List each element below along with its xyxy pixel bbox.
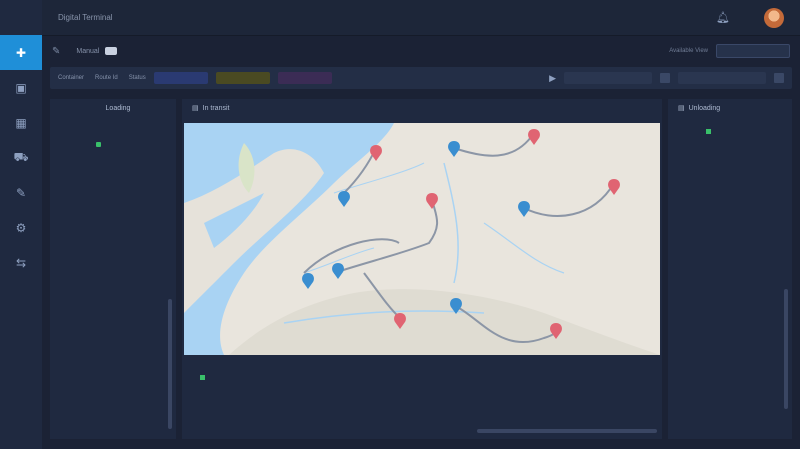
loading-entry[interactable] (50, 225, 176, 302)
map-panel: ▤ In transit (182, 99, 662, 439)
side-nav: ✚ ▣ ▦ ⛟ ✎ ⚙ ⇆ (0, 0, 42, 449)
status-chip-blue[interactable] (153, 72, 208, 84)
list-icon: ▤ (678, 105, 685, 112)
entry-line (88, 378, 176, 387)
filter-container[interactable]: Container (58, 75, 87, 81)
notification-bell-icon[interactable]: 🔔︎ (716, 11, 730, 24)
unloading-group[interactable] (668, 158, 792, 164)
entry-line (88, 327, 176, 336)
nav-tag-icon[interactable]: ✎ (0, 175, 42, 210)
unloading-group[interactable] (668, 170, 792, 176)
nav-grid-icon[interactable]: ▦ (0, 105, 42, 140)
group-row[interactable] (698, 129, 792, 134)
transit-card[interactable] (184, 361, 279, 425)
entry-line (88, 242, 176, 251)
edit-icon[interactable]: ✎ (52, 46, 60, 57)
entry-line (88, 174, 176, 183)
transit-card[interactable] (279, 361, 374, 425)
unloading-scrollbar[interactable] (784, 289, 788, 409)
app-title: Digital Terminal (58, 13, 113, 22)
settings-icon[interactable] (774, 73, 784, 83)
unloading-list (668, 117, 792, 176)
search-input[interactable] (678, 72, 766, 84)
status-dot-icon (96, 142, 101, 147)
transit-card[interactable] (470, 361, 565, 425)
toolbar: ✎ Manual Available View (42, 38, 800, 64)
mode-label: Manual (76, 47, 100, 55)
grid-view-icon[interactable] (660, 73, 670, 83)
entry-line (88, 225, 176, 234)
map-svg (184, 123, 660, 355)
entry-line (88, 361, 176, 370)
entry-line (88, 293, 176, 302)
transit-scrollbar[interactable] (477, 429, 657, 433)
loading-entry[interactable] (50, 174, 176, 217)
entry-line (88, 259, 176, 268)
card-link[interactable] (194, 375, 279, 380)
view-hint: Available View (669, 48, 708, 54)
app-root: ✚ ▣ ▦ ⛟ ✎ ⚙ ⇆ Digital Terminal 🔔︎ ✎ Manu… (0, 0, 800, 449)
camera-toggle-icon[interactable] (105, 47, 118, 55)
nav-camera-icon[interactable]: ▣ (0, 70, 42, 105)
map-title: ▤ In transit (192, 104, 230, 113)
loading-entry[interactable] (50, 310, 176, 387)
view-button[interactable] (716, 44, 790, 58)
logo-slot (0, 0, 42, 35)
unloading-title: ▤ Unloading (678, 104, 721, 113)
unloading-group[interactable] (668, 129, 792, 146)
avatar[interactable] (764, 7, 784, 28)
entry-line (88, 310, 176, 319)
map-view[interactable] (184, 123, 660, 355)
entry-line (88, 344, 176, 353)
status-dot-icon (200, 375, 205, 380)
nav-truck-icon[interactable]: ⛟ (0, 140, 42, 175)
entry-line (88, 157, 176, 166)
status-chip-yellow[interactable] (215, 72, 270, 84)
top-bar: Digital Terminal 🔔︎ (42, 0, 800, 36)
loading-title: Loading (105, 104, 131, 112)
filter-bar: Container Route Id Status ▶ (50, 67, 792, 89)
transit-card[interactable] (374, 361, 469, 425)
loading-entry[interactable] (50, 123, 176, 166)
unloading-panel: ▤ Unloading (668, 99, 792, 439)
entry-line (88, 208, 176, 217)
filter-status-label: Status (128, 75, 146, 81)
entry-line (88, 276, 176, 285)
loading-list (50, 117, 176, 387)
transit-card[interactable] (565, 361, 660, 425)
entry-line (88, 191, 176, 200)
transit-cards (184, 361, 660, 425)
entry-line (88, 140, 176, 149)
nav-add-icon[interactable]: ✚ (0, 35, 42, 70)
loading-scrollbar[interactable] (168, 299, 172, 429)
entry-line (88, 123, 176, 132)
map-icon: ▤ (192, 105, 199, 112)
filter-route[interactable]: Route Id (95, 75, 121, 81)
status-chip-purple[interactable] (277, 72, 332, 84)
select-dropdown[interactable] (564, 72, 652, 84)
video-icon[interactable]: ▶ (549, 73, 556, 84)
loading-panel: Loading (50, 99, 176, 439)
nav-share-icon[interactable]: ⇆ (0, 245, 42, 280)
status-dot-icon (706, 129, 711, 134)
nav-gear-icon[interactable]: ⚙ (0, 210, 42, 245)
